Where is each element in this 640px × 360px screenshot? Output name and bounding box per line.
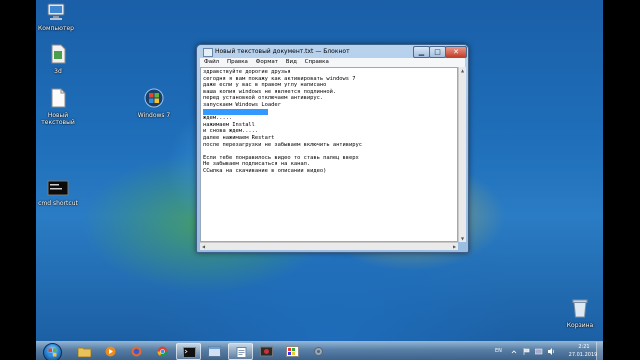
close-icon: ✕ <box>453 48 459 56</box>
desktop-icon-label: Компьютер <box>38 25 74 32</box>
window-title: Новый текстовый документ.txt — Блокнот <box>215 48 350 55</box>
vertical-scrollbar[interactable]: ▲ ▼ <box>458 67 466 242</box>
menu-edit[interactable]: Правка <box>227 59 248 65</box>
start-button[interactable] <box>43 343 62 360</box>
minimize-button[interactable]: ▁ <box>413 46 430 58</box>
text-line: здравствуйте дорогие друзья <box>203 69 291 75</box>
desktop-icon-windows7[interactable]: Windows 7 <box>134 88 174 119</box>
notepad-window[interactable]: Новый текстовый документ.txt — Блокнот ▁… <box>196 44 469 253</box>
text-line: даже если у вас в правом углу написано <box>203 82 327 89</box>
desktop-icon-label: cmd shortcut <box>38 200 78 207</box>
notepad-icon <box>236 347 247 358</box>
notepad-app-icon <box>203 48 213 57</box>
text-line: запускаем Windows Loader <box>203 101 281 108</box>
text-line: нажимаем Install <box>203 121 255 128</box>
desktop-icon-text-doc[interactable]: Новый текстовый <box>38 88 78 126</box>
taskbar-app-cmd[interactable] <box>176 343 201 360</box>
chrome-icon <box>157 346 168 357</box>
taskbar-app-firefox[interactable] <box>124 343 149 360</box>
menu-format[interactable]: Формат <box>256 59 278 65</box>
text-line: перед установкой отключаем антивирус. <box>203 95 324 102</box>
file-icon <box>51 44 66 64</box>
text-editor-area[interactable]: здравствуйте дорогие друзья сегодня я ва… <box>200 67 458 242</box>
volume-icon[interactable] <box>548 348 556 355</box>
text-line: сегодня я вам покажу как активировать wi… <box>203 75 356 82</box>
text-line: Не забываем подписаться на канал. <box>203 161 311 168</box>
taskbar-app-settings[interactable] <box>306 343 331 360</box>
desktop-icon-recycle-bin[interactable]: Корзина <box>560 298 600 329</box>
window-icon <box>208 346 221 357</box>
desktop-icon-computer[interactable]: Компьютер <box>36 3 76 32</box>
minimize-icon: ▁ <box>418 48 425 56</box>
text-line: далее нажимаем Restart <box>203 134 275 141</box>
terminal-icon <box>47 180 69 196</box>
taskbar-app-chrome[interactable] <box>150 343 175 360</box>
desktop: Компьютер 3d Новый текстовый Windows 7 c… <box>36 0 603 360</box>
desktop-icon-label: Корзина <box>566 322 594 329</box>
menu-file[interactable]: Файл <box>204 59 219 65</box>
desktop-icon-label: Windows 7 <box>137 112 171 119</box>
horizontal-scrollbar[interactable]: ◀ ▶ <box>200 242 458 250</box>
video-icon <box>260 346 273 357</box>
menu-view[interactable]: Вид <box>286 59 297 65</box>
text-line: ждем..... <box>203 115 233 122</box>
windows-logo-icon <box>48 348 57 357</box>
close-button[interactable]: ✕ <box>445 46 467 58</box>
menu-bar: Файл Правка Формат Вид Справка <box>200 58 465 67</box>
show-desktop-button[interactable] <box>596 342 603 360</box>
recycle-bin-icon <box>572 299 588 318</box>
taskbar-app-paint[interactable] <box>280 343 305 360</box>
desktop-icon-cmd[interactable]: cmd shortcut <box>38 180 78 207</box>
maximize-icon: □ <box>434 48 441 56</box>
scroll-left-icon[interactable]: ◀ <box>200 243 207 250</box>
text-line: ваша копия windows не является подлинной… <box>203 88 337 95</box>
scroll-up-icon[interactable]: ▲ <box>459 67 466 74</box>
desktop-icon-3d[interactable]: 3d <box>38 44 78 75</box>
desktop-icon-label: Новый текстовый <box>41 112 75 126</box>
notifications-arrow-icon[interactable] <box>511 349 517 355</box>
taskbar: EN 2:21 27.01.2019 <box>36 341 603 360</box>
scroll-down-icon[interactable]: ▼ <box>459 235 466 242</box>
clock-time[interactable]: 2:21 <box>569 344 599 350</box>
palette-icon <box>286 346 299 357</box>
maximize-button[interactable]: □ <box>429 46 446 58</box>
text-line-selected: Windows Loader 2.2.2 <box>203 108 455 116</box>
terminal-icon <box>183 347 196 358</box>
desktop-icon-label: 3d <box>54 68 62 75</box>
taskbar-app-media[interactable] <box>98 343 123 360</box>
gear-icon <box>314 347 323 356</box>
taskbar-app-window[interactable] <box>202 343 227 360</box>
text-line: и снова ждем..... <box>203 128 259 135</box>
taskbar-app-explorer[interactable] <box>72 343 97 360</box>
document-icon <box>51 88 66 108</box>
selected-text: Windows Loader 2.2.2 <box>203 108 268 115</box>
taskbar-app-video[interactable] <box>254 343 279 360</box>
menu-help[interactable]: Справка <box>305 59 329 65</box>
system-tray: EN 2:21 27.01.2019 <box>491 342 603 360</box>
media-player-icon <box>105 346 116 357</box>
computer-icon <box>47 3 65 20</box>
windows-logo-icon <box>144 88 164 108</box>
language-indicator[interactable]: EN <box>495 348 502 354</box>
firefox-icon <box>131 346 142 357</box>
flag-icon[interactable] <box>523 348 530 355</box>
scroll-right-icon[interactable]: ▶ <box>451 243 458 250</box>
text-line: ССылка на скачивание в описании видео) <box>203 167 327 174</box>
text-line: после перезагрузки не забываем включить … <box>203 141 363 148</box>
folder-icon <box>78 347 91 357</box>
taskbar-app-notepad[interactable] <box>228 343 253 360</box>
text-line <box>203 148 455 155</box>
network-icon[interactable] <box>535 348 543 355</box>
